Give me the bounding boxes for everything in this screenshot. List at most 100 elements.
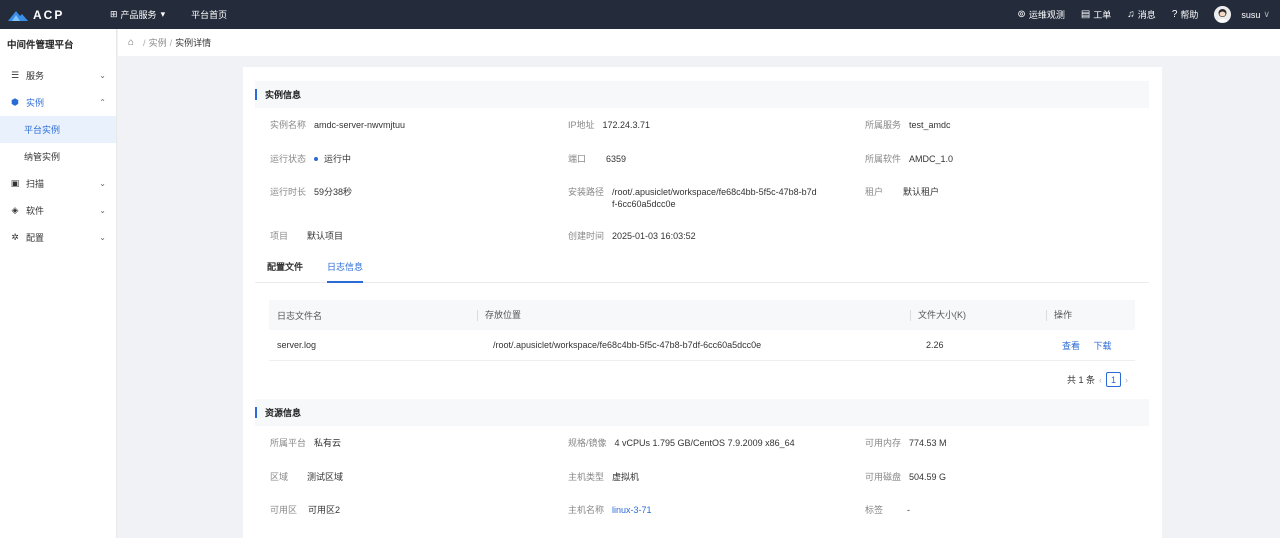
field-hostname: 主机名称 linux-3-71 bbox=[568, 504, 652, 516]
pagination: 共 1 条 ‹ 1 › bbox=[1067, 372, 1132, 387]
field-label: 规格/镜像 bbox=[568, 438, 607, 448]
field-value: 默认租户 bbox=[903, 187, 940, 197]
field-label: 运行时长 bbox=[270, 187, 307, 197]
platform-home-link[interactable]: 平台首页 bbox=[191, 8, 227, 21]
home-icon[interactable]: ⌂ bbox=[128, 37, 134, 48]
cell-actions: 查看 下载 bbox=[1046, 339, 1135, 352]
field-availability-zone: 可用区 可用区2 bbox=[270, 504, 340, 516]
hostname-link[interactable]: linux-3-71 bbox=[612, 504, 652, 516]
gear-icon: ✲ bbox=[11, 232, 19, 242]
field-label: 可用区 bbox=[270, 505, 298, 515]
next-page-icon[interactable]: › bbox=[1125, 375, 1128, 385]
ops-observe-label: 运维观测 bbox=[1028, 10, 1065, 20]
sidebar-item-label: 软件 bbox=[26, 206, 45, 216]
clipboard-icon: ▤ bbox=[1080, 9, 1091, 20]
field-value: 2025-01-03 16:03:52 bbox=[612, 231, 696, 241]
field-label: 租户 bbox=[865, 187, 884, 197]
cell-filename: server.log bbox=[277, 340, 317, 350]
field-value: 虚拟机 bbox=[612, 472, 640, 482]
status-dot-icon bbox=[314, 156, 319, 161]
sidebar-item-config[interactable]: ✲ 配置 ⌄ bbox=[0, 224, 116, 251]
field-project: 项目 默认项目 bbox=[270, 230, 343, 242]
user-avatar-icon bbox=[1214, 6, 1232, 23]
field-label: 主机名称 bbox=[568, 505, 605, 515]
field-instance-name: 实例名称 amdc-server-nwvmjtuu bbox=[270, 119, 405, 131]
field-value: 私有云 bbox=[314, 438, 342, 448]
brand-logo[interactable]: ACP bbox=[8, 8, 98, 22]
box-icon: ◈ bbox=[11, 205, 19, 215]
section-header-resource-info: 资源信息 bbox=[255, 399, 1149, 426]
sidebar-item-label: 扫描 bbox=[26, 179, 45, 189]
ops-observe-link[interactable]: ⊚ 运维观测 bbox=[1017, 8, 1064, 21]
breadcrumb-separator: / bbox=[169, 37, 173, 48]
work-order-label: 工单 bbox=[1093, 10, 1112, 20]
field-host-type: 主机类型 虚拟机 bbox=[568, 471, 639, 483]
field-value: 504.59 G bbox=[909, 472, 947, 482]
field-tenant: 租户 默认租户 bbox=[865, 186, 939, 198]
field-value: test_amdc bbox=[909, 120, 951, 130]
field-value: 774.53 M bbox=[909, 438, 947, 448]
platform-home-label: 平台首页 bbox=[191, 10, 228, 20]
field-label: 端口 bbox=[568, 154, 587, 164]
work-order-link[interactable]: ▤ 工单 bbox=[1081, 8, 1111, 21]
prev-page-icon[interactable]: ‹ bbox=[1099, 375, 1102, 385]
pagination-total: 共 1 条 bbox=[1066, 375, 1095, 385]
field-label: 项目 bbox=[270, 231, 289, 241]
view-log-button[interactable]: 查看 bbox=[1062, 341, 1080, 351]
sidebar: 中间件管理平台 ☰ 服务 ⌄ ⬢ 实例 ⌃ 平台实例 纳管实例 ▣ 扫描 ⌄ ◈… bbox=[0, 29, 117, 538]
breadcrumb-instances-link[interactable]: 实例 bbox=[149, 36, 167, 49]
location-pin-icon: ⊚ bbox=[1017, 9, 1026, 20]
instance-detail-card: 实例信息 实例名称 amdc-server-nwvmjtuu IP地址 172.… bbox=[243, 67, 1162, 538]
cell-size: 2.26 bbox=[926, 340, 944, 350]
server-icon: ☰ bbox=[10, 70, 20, 80]
sidebar-item-software[interactable]: ◈ 软件 ⌄ bbox=[0, 197, 116, 224]
field-label: 创建时间 bbox=[568, 231, 605, 241]
chevron-down-icon: ∨ bbox=[1263, 9, 1270, 19]
help-link[interactable]: ? 帮助 bbox=[1172, 8, 1199, 21]
download-log-button[interactable]: 下载 bbox=[1094, 341, 1112, 351]
sidebar-item-services[interactable]: ☰ 服务 ⌄ bbox=[0, 62, 116, 89]
field-label: 可用磁盘 bbox=[865, 472, 902, 482]
tab-log-info[interactable]: 日志信息 bbox=[327, 254, 364, 283]
field-label: IP地址 bbox=[568, 120, 595, 130]
sidebar-item-scan[interactable]: ▣ 扫描 ⌄ bbox=[0, 170, 116, 197]
field-value: 测试区域 bbox=[307, 472, 344, 482]
field-label: 实例名称 bbox=[270, 120, 307, 130]
product-services-menu[interactable]: ⊞ 产品服务 ▾ bbox=[110, 8, 165, 21]
help-label: 帮助 bbox=[1180, 10, 1199, 20]
user-menu[interactable]: susu ∨ bbox=[1241, 9, 1270, 20]
bell-icon: ♫ bbox=[1127, 9, 1135, 20]
breadcrumb-current: 实例详情 bbox=[175, 38, 212, 48]
field-available-memory: 可用内存 774.53 M bbox=[865, 437, 947, 449]
tab-config-files[interactable]: 配置文件 bbox=[267, 254, 303, 283]
section-title: 实例信息 bbox=[265, 90, 302, 100]
field-value: amdc-server-nwvmjtuu bbox=[314, 120, 406, 130]
sidebar-item-instances[interactable]: ⬢ 实例 ⌃ bbox=[0, 89, 116, 116]
messages-link[interactable]: ♫ 消息 bbox=[1127, 8, 1156, 21]
avatar[interactable] bbox=[1214, 6, 1232, 23]
username-label: susu bbox=[1241, 9, 1261, 20]
sidebar-subitem-platform-instances[interactable]: 平台实例 bbox=[0, 116, 116, 143]
top-nav-menu: ⊞ 产品服务 ▾ 平台首页 bbox=[110, 8, 253, 21]
field-value: 可用区2 bbox=[308, 505, 341, 515]
page-number-button[interactable]: 1 bbox=[1106, 372, 1121, 387]
field-value: 59分38秒 bbox=[314, 187, 353, 197]
chevron-down-icon: ⌄ bbox=[99, 179, 106, 188]
field-label: 可用内存 bbox=[865, 438, 902, 448]
table-row: server.log /root/.apusiclet/workspace/fe… bbox=[269, 330, 1135, 361]
hexagon-icon: ⬢ bbox=[11, 97, 19, 107]
field-value: 6359 bbox=[606, 154, 627, 164]
field-label: 标签 bbox=[865, 505, 884, 515]
top-navigation-bar: ACP ⊞ 产品服务 ▾ 平台首页 ⊚ 运维观测 ▤ 工单 ♫ 消息 ? 帮助 bbox=[0, 0, 1280, 29]
field-available-disk: 可用磁盘 504.59 G bbox=[865, 471, 946, 483]
messages-label: 消息 bbox=[1137, 10, 1156, 20]
sidebar-subitem-managed-instances[interactable]: 纳管实例 bbox=[0, 143, 116, 170]
field-label: 运行状态 bbox=[270, 154, 307, 164]
field-ip-address: IP地址 172.24.3.71 bbox=[568, 119, 650, 131]
field-label: 安装路径 bbox=[568, 187, 605, 197]
field-value: 默认项目 bbox=[307, 231, 344, 241]
sidebar-title: 中间件管理平台 bbox=[7, 40, 74, 51]
product-services-label: 产品服务 bbox=[120, 10, 157, 20]
grid-icon: ⊞ bbox=[110, 9, 118, 19]
field-value: /root/.apusiclet/workspace/fe68c4bb-5f5c… bbox=[612, 187, 817, 209]
